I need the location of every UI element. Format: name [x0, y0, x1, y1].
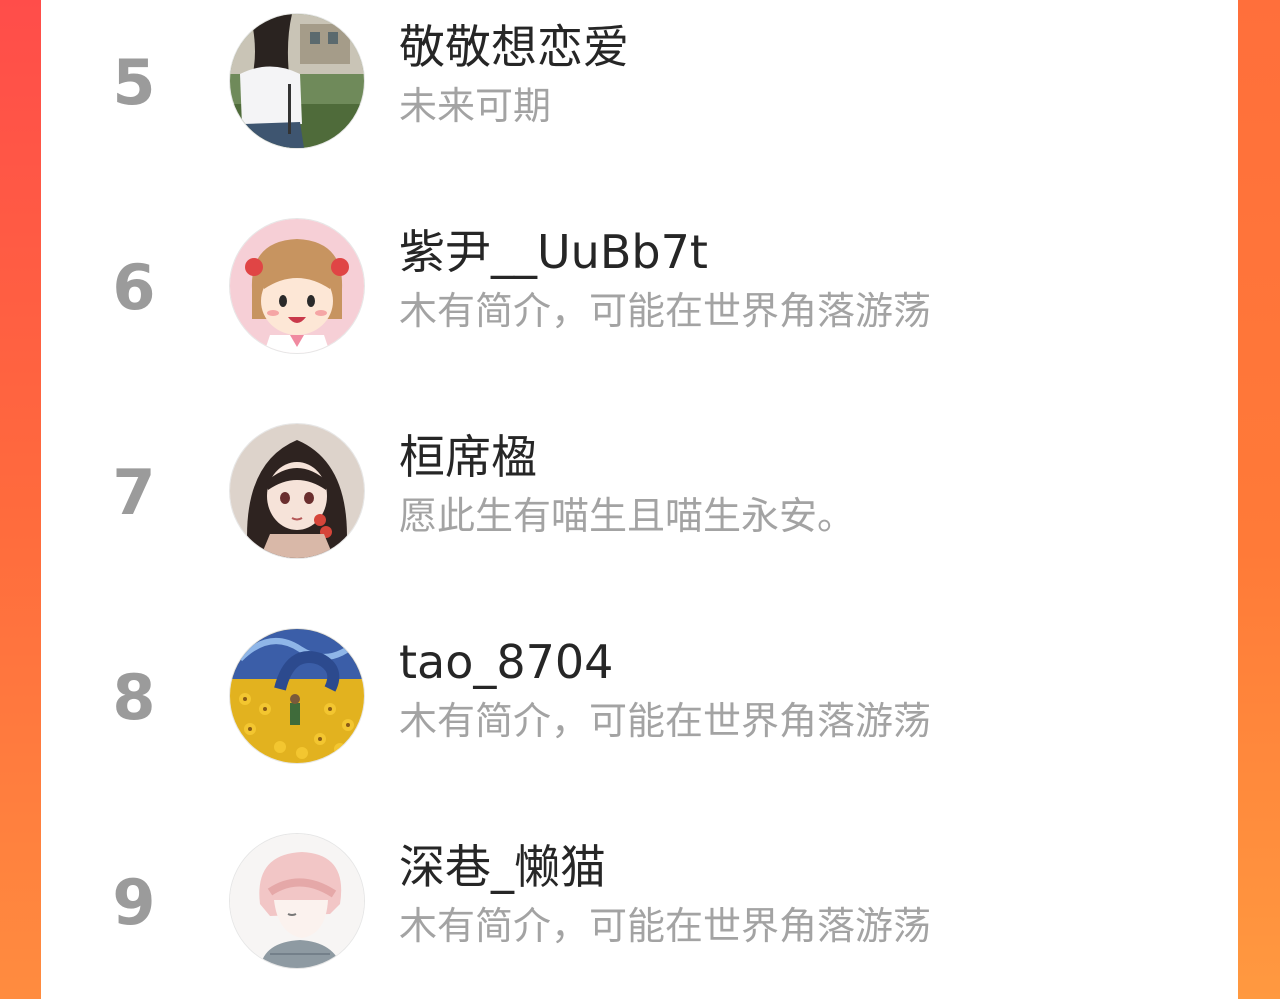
- list-item[interactable]: 7 桓席楹 愿此生有喵生且喵生永安。: [41, 410, 1238, 580]
- page-background-right: [1238, 0, 1280, 999]
- anime-longhair-girl-avatar-icon: [230, 424, 364, 558]
- rank-number: 9: [112, 866, 156, 939]
- anime-girl-avatar-icon: [230, 219, 364, 353]
- rank-number: 8: [112, 661, 156, 734]
- user-name[interactable]: tao_8704: [399, 633, 613, 691]
- avatar[interactable]: [230, 14, 364, 148]
- rank-number: 6: [112, 251, 156, 324]
- user-name[interactable]: 紫尹__UuBb7t: [399, 223, 708, 281]
- rank-number: 7: [112, 456, 156, 529]
- girl-photo-avatar-icon: [230, 14, 364, 148]
- user-name[interactable]: 桓席楹: [399, 428, 537, 486]
- rank-number: 5: [112, 46, 156, 119]
- avatar[interactable]: [230, 219, 364, 353]
- user-name[interactable]: 敬敬想恋爱: [399, 18, 629, 76]
- sunflower-field-avatar-icon: [230, 629, 364, 763]
- list-item[interactable]: 9 深巷_懒猫 木有简介，可能在世界角落游荡: [41, 820, 1238, 990]
- avatar[interactable]: [230, 424, 364, 558]
- user-name[interactable]: 深巷_懒猫: [399, 838, 606, 896]
- list-item[interactable]: 5 敬敬想恋爱 未来可期: [41, 0, 1238, 170]
- user-bio: 木有简介，可能在世界角落游荡: [399, 289, 932, 333]
- list-item[interactable]: 8 tao_8704 木有简介，可能在世界角落游荡: [41, 615, 1238, 785]
- user-bio: 木有简介，可能在世界角落游荡: [399, 904, 932, 948]
- user-bio: 未来可期: [399, 84, 552, 128]
- list-item[interactable]: 6 紫尹__UuBb7t 木有简介，可能在世界角落游荡: [41, 205, 1238, 375]
- ranking-list: 5 敬敬想恋爱 未来可期 6 紫尹__UuBb7t 木有简介，可能在世界角落游荡…: [41, 0, 1238, 999]
- user-bio: 木有简介，可能在世界角落游荡: [399, 699, 932, 743]
- anime-boy-avatar-icon: [230, 834, 364, 968]
- avatar[interactable]: [230, 834, 364, 968]
- avatar[interactable]: [230, 629, 364, 763]
- user-bio: 愿此生有喵生且喵生永安。: [399, 494, 856, 538]
